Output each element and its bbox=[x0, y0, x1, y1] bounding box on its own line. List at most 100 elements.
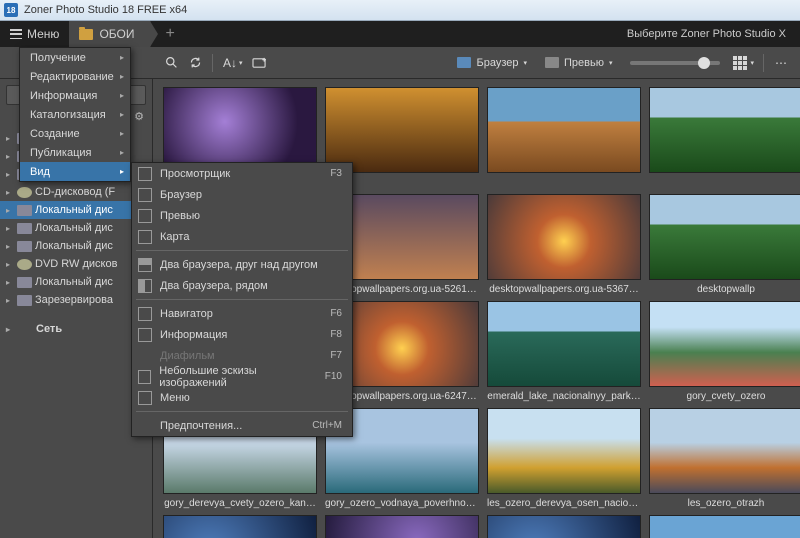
folder-icon bbox=[79, 29, 93, 40]
main-menu-popup: Получение▸Редактирование▸Информация▸Ката… bbox=[19, 47, 131, 182]
box-icon bbox=[138, 230, 152, 244]
chevron-right-icon: ▸ bbox=[120, 110, 124, 119]
menu-separator bbox=[136, 411, 348, 412]
menu-separator bbox=[136, 299, 348, 300]
browser-view-dropdown[interactable]: Браузер ▾ bbox=[449, 51, 535, 75]
drive-item[interactable]: ▸CD-дисковод (F bbox=[0, 183, 152, 201]
box-icon bbox=[138, 307, 152, 321]
thumbnail-image bbox=[649, 194, 800, 280]
thumbnail-label: gory_derevya_cvety_ozero_kan… bbox=[164, 498, 316, 511]
menu-separator bbox=[136, 250, 348, 251]
thumbnail-image bbox=[325, 87, 479, 173]
add-folder-button[interactable] bbox=[249, 52, 271, 74]
drive-item[interactable]: ▸Локальный дис bbox=[0, 201, 152, 219]
thumbnail-item[interactable]: les_ozero_otrazh bbox=[649, 408, 800, 511]
shortcut-label: F8 bbox=[330, 329, 342, 340]
submenu-item[interactable]: Два браузера, друг над другом bbox=[132, 254, 352, 275]
thumbnail-item[interactable]: gory_cvety_ozero bbox=[649, 301, 800, 404]
drive-icon bbox=[17, 295, 32, 306]
sort-button[interactable]: A↓▾ bbox=[219, 52, 247, 74]
submenu-item[interactable]: ПросмотрщикF3 bbox=[132, 163, 352, 184]
submenu-item[interactable]: Превью bbox=[132, 205, 352, 226]
grid-icon bbox=[733, 56, 747, 70]
chevron-right-icon: ▸ bbox=[120, 91, 124, 100]
app-window: 18 Zoner Photo Studio 18 FREE x64 Меню О… bbox=[0, 0, 800, 538]
menu-item-публикация[interactable]: Публикация▸ bbox=[20, 143, 130, 162]
grid-view-button[interactable]: ▾ bbox=[730, 52, 757, 74]
thumbnail-item[interactable]: desktopwallpapers.org.ua-5367… bbox=[487, 194, 641, 297]
split-vertical-icon bbox=[138, 279, 152, 293]
path-settings-icon[interactable]: ⚙ bbox=[134, 110, 144, 123]
menu-item-вид[interactable]: Вид▸ bbox=[20, 162, 130, 181]
thumbnail-item[interactable] bbox=[325, 515, 479, 538]
network-item[interactable]: ▸ Сеть bbox=[0, 317, 152, 341]
thumbnail-label: les_ozero_derevya_osen_nacion… bbox=[487, 498, 641, 511]
drive-item[interactable]: ▸Локальный дис bbox=[0, 273, 152, 291]
thumbnail-image bbox=[163, 515, 317, 538]
thumbnail-item[interactable] bbox=[649, 515, 800, 538]
refresh-button[interactable] bbox=[184, 52, 206, 74]
box-icon bbox=[138, 328, 152, 342]
split-horizontal-icon bbox=[138, 258, 152, 272]
thumbnail-item[interactable] bbox=[649, 87, 800, 190]
thumbnail-item[interactable] bbox=[487, 87, 641, 190]
submenu-item[interactable]: ИнформацияF8 bbox=[132, 324, 352, 345]
menu-item-создание[interactable]: Создание▸ bbox=[20, 124, 130, 143]
thumbnail-label: gory_cvety_ozero bbox=[687, 391, 766, 404]
promo-label[interactable]: Выберите Zoner Photo Studio X bbox=[627, 21, 800, 47]
drive-item[interactable]: ▸Зарезервирова bbox=[0, 291, 152, 309]
shortcut-label: Ctrl+M bbox=[312, 420, 342, 431]
submenu-item[interactable]: Два браузера, рядом bbox=[132, 275, 352, 296]
thumbnail-item[interactable]: emerald_lake_nacionalnyy_park… bbox=[487, 301, 641, 404]
submenu-item[interactable]: Карта bbox=[132, 226, 352, 247]
thumbnail-item[interactable] bbox=[163, 515, 317, 538]
thumbnail-label: emerald_lake_nacionalnyy_park… bbox=[487, 391, 640, 404]
menu-item-получение[interactable]: Получение▸ bbox=[20, 48, 130, 67]
submenu-item[interactable]: Меню bbox=[132, 387, 352, 408]
thumbnail-image bbox=[487, 515, 641, 538]
search-button[interactable] bbox=[160, 52, 182, 74]
menu-item-информация[interactable]: Информация▸ bbox=[20, 86, 130, 105]
submenu-item: ДиафильмF7 bbox=[132, 345, 352, 366]
app-icon: 18 bbox=[4, 3, 18, 17]
submenu-item[interactable]: НавигаторF6 bbox=[132, 303, 352, 324]
chevron-right-icon: ▸ bbox=[120, 167, 124, 176]
image-icon bbox=[545, 57, 559, 68]
thumbnail-label: desktopwallp bbox=[697, 284, 755, 297]
hamburger-icon bbox=[10, 29, 22, 39]
chevron-right-icon: ▸ bbox=[120, 129, 124, 138]
menu-item-каталогизация[interactable]: Каталогизация▸ bbox=[20, 105, 130, 124]
view-submenu-popup: ПросмотрщикF3БраузерПревьюКарта Два брауз… bbox=[131, 162, 353, 437]
box-icon bbox=[138, 391, 152, 405]
thumb-size-slider[interactable] bbox=[630, 61, 720, 65]
thumbnail-image bbox=[487, 194, 641, 280]
shortcut-label: F3 bbox=[330, 168, 342, 179]
thumbnail-image bbox=[487, 87, 641, 173]
submenu-item[interactable]: Предпочтения...Ctrl+M bbox=[132, 415, 352, 436]
drive-item[interactable]: ▸Локальный дис bbox=[0, 219, 152, 237]
thumbnail-image bbox=[649, 87, 800, 173]
box-icon bbox=[138, 209, 152, 223]
disc-icon bbox=[17, 187, 32, 198]
thumbnail-item[interactable]: desktopwallp bbox=[649, 194, 800, 297]
menu-item-редактирование[interactable]: Редактирование▸ bbox=[20, 67, 130, 86]
submenu-item[interactable]: Небольшие эскизы изображенийF10 bbox=[132, 366, 352, 387]
thumbnail-label: les_ozero_otrazh bbox=[688, 498, 765, 511]
thumbnail-item[interactable]: les_ozero_derevya_osen_nacion… bbox=[487, 408, 641, 511]
thumbnail-image bbox=[649, 301, 800, 387]
chevron-right-icon: ▸ bbox=[120, 72, 124, 81]
disc-icon bbox=[17, 259, 32, 270]
drive-icon bbox=[17, 223, 32, 234]
image-icon bbox=[457, 57, 471, 68]
tab-oboi[interactable]: ОБОИ bbox=[69, 21, 151, 47]
slider-knob[interactable] bbox=[698, 57, 710, 69]
thumbnail-item[interactable] bbox=[487, 515, 641, 538]
more-button[interactable]: ⋯ bbox=[770, 52, 792, 74]
submenu-item[interactable]: Браузер bbox=[132, 184, 352, 205]
menu-label: Меню bbox=[27, 27, 59, 41]
preview-view-dropdown[interactable]: Превью ▾ bbox=[537, 51, 620, 75]
window-title: Zoner Photo Studio 18 FREE x64 bbox=[24, 4, 187, 16]
main-menu-button[interactable]: Меню bbox=[0, 21, 69, 47]
drive-item[interactable]: ▸DVD RW дисков bbox=[0, 255, 152, 273]
drive-item[interactable]: ▸Локальный дис bbox=[0, 237, 152, 255]
